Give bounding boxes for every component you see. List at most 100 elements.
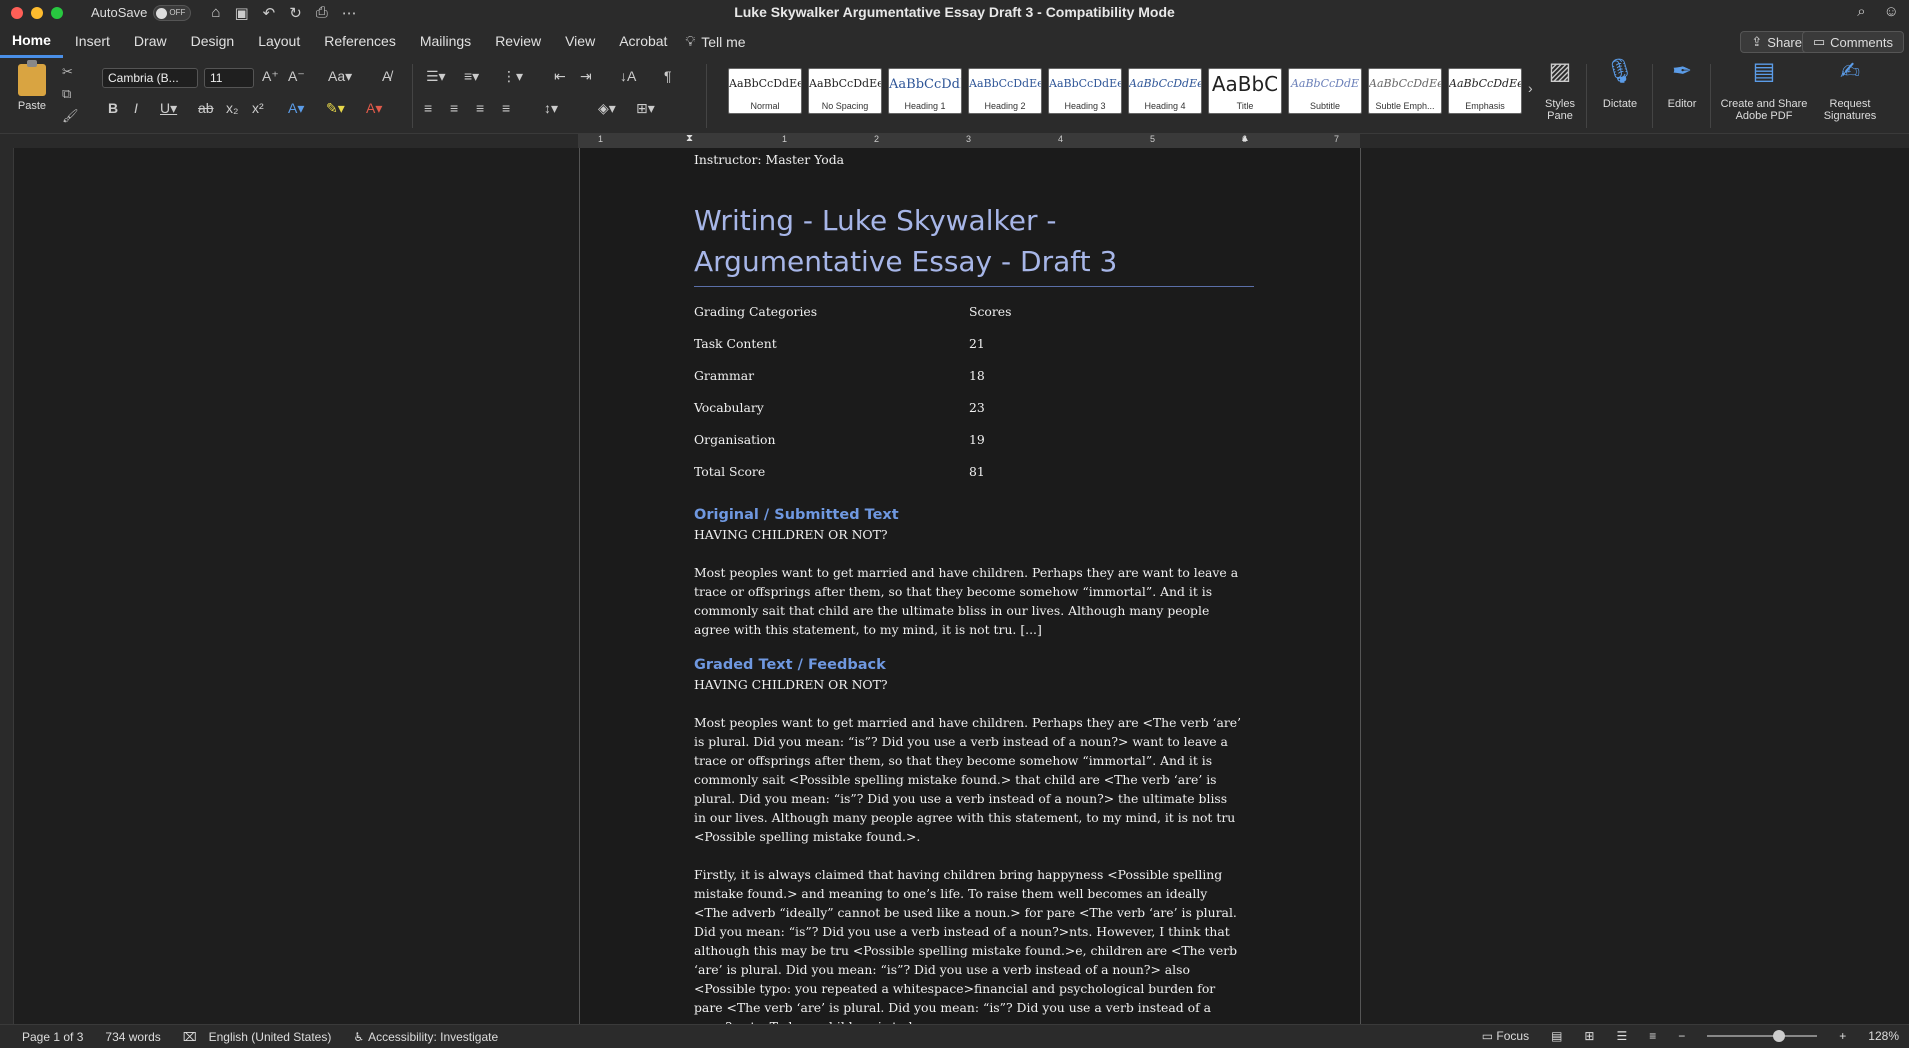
dictate-button[interactable]: 🎙︎ Dictate (1596, 60, 1644, 111)
tab-layout[interactable]: Layout (246, 25, 312, 58)
tab-acrobat[interactable]: Acrobat (607, 25, 679, 58)
right-indent-marker-icon[interactable]: ▲ (1240, 133, 1250, 144)
tell-me[interactable]: 💡︎ Tell me (685, 33, 745, 50)
tab-references[interactable]: References (312, 25, 408, 58)
indent-marker-icon[interactable]: ⧗ (686, 133, 693, 144)
tab-view[interactable]: View (553, 25, 607, 58)
styles-pane-button[interactable]: ▨ Styles Pane (1542, 60, 1578, 123)
autosave-toggle[interactable]: OFF (153, 4, 192, 21)
request-signatures-button[interactable]: ✍ Request Signatures (1816, 60, 1884, 123)
copy-icon[interactable]: ⧉ (62, 86, 71, 102)
multilevel-list-icon[interactable]: ⋮▾ (502, 68, 523, 85)
style-title[interactable]: AaBbC Title (1208, 68, 1282, 114)
font-color-icon[interactable]: A▾ (366, 100, 382, 117)
focus-mode[interactable]: ▭ Focus (1482, 1029, 1529, 1043)
search-icon[interactable]: ⌕ (1857, 3, 1865, 20)
document-canvas[interactable]: Instructor: Master Yoda Writing - Luke S… (14, 148, 1909, 1034)
section-subtitle: HAVING CHILDREN OR NOT? (694, 527, 888, 542)
text-effects-icon[interactable]: A▾ (288, 100, 304, 117)
style-subtle-emphasis[interactable]: AaBbCcDdEe Subtle Emph... (1368, 68, 1442, 114)
page-count[interactable]: Page 1 of 3 (22, 1030, 83, 1044)
subscript-icon[interactable]: x₂ (226, 100, 238, 116)
highlight-icon[interactable]: ✎▾ (326, 100, 345, 117)
align-left-icon[interactable]: ≡ (424, 100, 432, 116)
borders-icon[interactable]: ⊞▾ (636, 100, 655, 117)
tab-home[interactable]: Home (0, 25, 63, 58)
decrease-indent-icon[interactable]: ⇤ (554, 68, 566, 85)
accessibility-status[interactable]: Accessibility: Investigate (368, 1030, 498, 1044)
style-preview: AaBbCcDdEe (1129, 77, 1201, 90)
tab-draw[interactable]: Draw (122, 25, 179, 58)
zoom-window-button[interactable] (51, 6, 63, 19)
tab-design[interactable]: Design (179, 25, 247, 58)
document-page[interactable]: Instructor: Master Yoda Writing - Luke S… (579, 148, 1361, 1034)
bullets-icon[interactable]: ☰▾ (426, 68, 446, 85)
tab-mailings[interactable]: Mailings (408, 25, 483, 58)
undo-icon[interactable]: ↶ (263, 4, 276, 22)
proofing-icon[interactable]: ⌧ (183, 1030, 197, 1044)
web-layout-icon[interactable]: ⊞ (1584, 1029, 1594, 1043)
increase-indent-icon[interactable]: ⇥ (580, 68, 592, 85)
align-center-icon[interactable]: ≡ (450, 100, 458, 116)
style-preview: AaBbCcDdEe (1449, 77, 1521, 90)
superscript-icon[interactable]: x² (252, 100, 264, 116)
font-size-select[interactable]: 11 (204, 68, 254, 88)
more-icon[interactable]: ⋯ (342, 4, 357, 22)
outline-view-icon[interactable]: ☰ (1616, 1029, 1627, 1043)
pilcrow-icon[interactable]: ¶ (664, 68, 672, 84)
zoom-level[interactable]: 128% (1868, 1029, 1899, 1043)
style-no-spacing[interactable]: AaBbCcDdEe No Spacing (808, 68, 882, 114)
print-icon[interactable]: ⎙ (316, 4, 328, 22)
paste-button[interactable]: Paste (10, 60, 54, 112)
styles-more-icon[interactable]: › (1528, 80, 1533, 96)
minimize-window-button[interactable] (31, 6, 43, 19)
zoom-slider[interactable] (1707, 1030, 1818, 1042)
sort-icon[interactable]: ↓A (620, 68, 636, 84)
comments-button[interactable]: ▭ Comments (1801, 31, 1904, 53)
save-icon[interactable]: ▣ (234, 4, 248, 22)
line-spacing-icon[interactable]: ↕▾ (544, 100, 558, 117)
redo-icon[interactable]: ↻ (289, 4, 302, 22)
word-count[interactable]: 734 words (105, 1030, 160, 1044)
tab-review[interactable]: Review (483, 25, 553, 58)
tab-insert[interactable]: Insert (63, 25, 122, 58)
close-window-button[interactable] (11, 6, 23, 19)
editor-button[interactable]: ✒ Editor (1660, 60, 1704, 111)
zoom-in-icon[interactable]: + (1839, 1029, 1846, 1043)
style-heading-1[interactable]: AaBbCcDdI Heading 1 (888, 68, 962, 114)
bold-icon[interactable]: B (108, 100, 118, 116)
draft-view-icon[interactable]: ≡ (1649, 1029, 1656, 1043)
grade-row: Grammar 18 (694, 366, 1242, 398)
account-icon[interactable]: ☺ (1884, 3, 1899, 20)
cut-icon[interactable]: ✂ (62, 64, 73, 80)
home-icon[interactable]: ⌂ (211, 4, 220, 22)
style-emphasis[interactable]: AaBbCcDdEe Emphasis (1448, 68, 1522, 114)
grow-font-icon[interactable]: A⁺ (262, 68, 279, 85)
create-share-pdf-button[interactable]: ▤ Create and Share Adobe PDF (1716, 60, 1812, 123)
paragraph: Most peoples want to get married and hav… (694, 715, 1242, 844)
ribbon-tabs: Home Insert Draw Design Layout Reference… (0, 25, 1909, 58)
style-heading-4[interactable]: AaBbCcDdEe Heading 4 (1128, 68, 1202, 114)
strikethrough-icon[interactable]: ab (198, 100, 214, 116)
underline-icon[interactable]: U▾ (160, 100, 177, 117)
shading-icon[interactable]: ◈▾ (598, 100, 616, 117)
print-layout-icon[interactable]: ▤ (1551, 1029, 1562, 1043)
style-heading-3[interactable]: AaBbCcDdEe Heading 3 (1048, 68, 1122, 114)
clear-formatting-icon[interactable]: A̸ (382, 68, 391, 84)
justify-icon[interactable]: ≡ (502, 100, 510, 116)
italic-icon[interactable]: I (134, 100, 138, 116)
style-heading-2[interactable]: AaBbCcDdEe Heading 2 (968, 68, 1042, 114)
format-painter-icon[interactable]: 🖌︎ (62, 108, 79, 124)
shrink-font-icon[interactable]: A⁻ (288, 68, 305, 85)
numbering-icon[interactable]: ≡▾ (464, 68, 479, 85)
align-right-icon[interactable]: ≡ (476, 100, 484, 116)
style-subtitle[interactable]: AaBbCcDdE Subtitle (1288, 68, 1362, 114)
zoom-out-icon[interactable]: − (1678, 1029, 1685, 1043)
font-name-select[interactable]: Cambria (B... (102, 68, 198, 88)
style-normal[interactable]: AaBbCcDdEe Normal (728, 68, 802, 114)
zoom-slider-knob[interactable] (1773, 1030, 1786, 1042)
horizontal-ruler[interactable]: 1 1 2 3 4 5 6 7 ⧗ ▲ (0, 133, 1909, 148)
change-case-icon[interactable]: Aa▾ (328, 68, 352, 85)
language-indicator[interactable]: English (United States) (209, 1030, 332, 1044)
ruler-number: 4 (1058, 134, 1064, 144)
